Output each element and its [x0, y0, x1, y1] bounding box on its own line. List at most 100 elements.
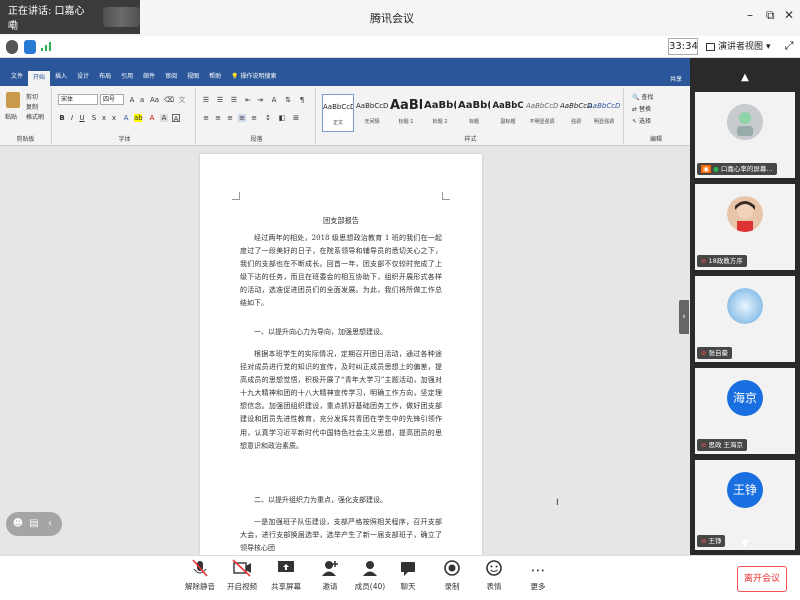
copy-button[interactable]: 复制: [26, 102, 38, 111]
emoji-button[interactable]: 表情: [474, 559, 514, 599]
align-right-icon[interactable]: ≡: [226, 114, 234, 122]
clear-format-icon[interactable]: ⌫: [164, 96, 174, 104]
paragraph-intro: 经过两年的相处，2018 级思想政治教育 1 班的我们在一起度过了一段美好的日子…: [240, 234, 442, 308]
borders-icon[interactable]: ⊞: [292, 114, 300, 122]
style-name: 副标题: [500, 119, 516, 125]
close-button[interactable]: ✕: [784, 8, 794, 22]
participant-tile[interactable]: 王铮 ⊘ 王铮: [695, 460, 795, 550]
record-button[interactable]: 录制: [432, 559, 472, 599]
align-left-icon[interactable]: ≡: [202, 114, 210, 122]
tab-layout[interactable]: 布局: [94, 73, 116, 86]
superscript-icon[interactable]: x: [110, 114, 118, 122]
chinese-layout-icon[interactable]: A: [270, 96, 278, 104]
cut-button[interactable]: 剪切: [26, 92, 38, 101]
unmute-button[interactable]: 解除静音: [180, 559, 220, 599]
tell-me-search[interactable]: 💡 操作说明搜索: [226, 73, 281, 86]
share-screen-button[interactable]: 共享屏幕: [266, 559, 306, 599]
share-link[interactable]: 共享: [670, 74, 682, 83]
align-center-icon[interactable]: ≡: [214, 114, 222, 122]
tab-view[interactable]: 视图: [182, 73, 204, 86]
decrease-indent-icon[interactable]: ⇤: [244, 96, 252, 104]
paste-label: 粘贴: [5, 114, 18, 121]
document-area[interactable]: 团支部报告 经过两年的相处，2018 级思想政治教育 1 班的我们在一起度过了一…: [0, 146, 690, 555]
members-button[interactable]: 成员(40): [350, 559, 390, 599]
tab-help[interactable]: 帮助: [204, 73, 226, 86]
document-page[interactable]: 团支部报告 经过两年的相处，2018 级思想政治教育 1 班的我们在一起度过了一…: [200, 154, 482, 555]
underline-icon[interactable]: U: [78, 114, 86, 122]
select-button[interactable]: ↖ 选择: [632, 116, 651, 125]
scroll-down-icon[interactable]: ▼: [690, 538, 800, 549]
style-normal[interactable]: AaBbCcDt 正文: [322, 94, 354, 132]
phonetic-icon[interactable]: 文: [178, 96, 186, 104]
style-heading-1[interactable]: AaBl 标题 1: [390, 94, 422, 132]
participant-tile[interactable]: ⊘ 18政教方序: [695, 184, 795, 270]
replace-button[interactable]: ⇄ 替换: [632, 104, 651, 113]
style-subtitle[interactable]: AaBbC 副标题: [492, 94, 524, 132]
invite-button[interactable]: 邀请: [310, 559, 350, 599]
scroll-up-icon[interactable]: ▲: [690, 72, 800, 83]
strikethrough-icon[interactable]: S: [90, 114, 98, 122]
sort-icon[interactable]: ⇅: [284, 96, 292, 104]
restore-button[interactable]: ⧉: [766, 8, 775, 22]
participant-tile[interactable]: ▣ ● 口嘉心率的屏幕...: [695, 92, 795, 178]
tab-references[interactable]: 引用: [116, 73, 138, 86]
show-marks-icon[interactable]: ¶: [298, 96, 306, 104]
italic-icon[interactable]: I: [68, 114, 76, 122]
style-no-spacing[interactable]: AaBbCcDt 无间隔: [356, 94, 388, 132]
text-effects-icon[interactable]: A: [122, 114, 130, 122]
annotate-icon[interactable]: ▤: [28, 518, 40, 530]
more-button[interactable]: ⋯ 更多: [518, 559, 558, 599]
members-icon: [350, 559, 390, 581]
participant-tile[interactable]: 海京 ⊘ 思政 王海京: [695, 368, 795, 454]
style-title[interactable]: AaBb( 标题: [458, 94, 490, 132]
grow-font-icon[interactable]: A: [128, 96, 136, 104]
emoji-face-icon[interactable]: ☻: [12, 518, 24, 530]
find-button[interactable]: 🔍 查找: [632, 92, 653, 101]
presenter-view-button[interactable]: 演讲者视图 ▾: [706, 38, 776, 55]
info-icon[interactable]: [6, 40, 18, 54]
font-name-select[interactable]: 宋体: [58, 94, 98, 105]
style-subtle-emphasis[interactable]: AaBbCcDt 不明显强调: [526, 94, 558, 132]
paste-icon[interactable]: [6, 92, 20, 108]
style-preview: AaBbCcDt: [323, 103, 353, 111]
numbering-icon[interactable]: ☰: [216, 96, 224, 104]
shrink-font-icon[interactable]: a: [138, 96, 146, 104]
shield-icon[interactable]: [24, 40, 36, 54]
leave-meeting-button[interactable]: 离开会议: [737, 566, 787, 592]
chevron-left-icon[interactable]: ‹: [44, 518, 56, 530]
bullets-icon[interactable]: ☰: [202, 96, 210, 104]
fullscreen-icon[interactable]: ⤢: [782, 39, 796, 53]
tab-file[interactable]: 文件: [6, 73, 28, 86]
distribute-icon[interactable]: ≡: [250, 114, 258, 122]
increase-indent-icon[interactable]: ⇥: [256, 96, 264, 104]
participant-tile[interactable]: ⊘ 张自豪: [695, 276, 795, 362]
char-shading-icon[interactable]: A: [160, 114, 168, 122]
subscript-icon[interactable]: x: [100, 114, 108, 122]
style-intense-emphasis[interactable]: AaBbCcDt 明显强调: [588, 94, 620, 132]
tab-insert[interactable]: 插入: [50, 73, 72, 86]
signal-icon[interactable]: [40, 40, 52, 54]
line-spacing-icon[interactable]: ↕: [264, 114, 272, 122]
style-preview: AaBb(: [458, 100, 490, 111]
tab-design[interactable]: 设计: [72, 73, 94, 86]
screen-share-icon: [266, 559, 306, 581]
font-color-icon[interactable]: A: [148, 114, 156, 122]
format-painter-button[interactable]: 格式刷: [26, 112, 44, 121]
tab-review[interactable]: 审阅: [160, 73, 182, 86]
chat-button[interactable]: 聊天: [388, 559, 428, 599]
start-video-button[interactable]: 开启视频: [222, 559, 262, 599]
minimize-button[interactable]: –: [747, 8, 753, 22]
tab-mailings[interactable]: 邮件: [138, 73, 160, 86]
meeting-timer: 33:34: [668, 38, 698, 55]
collapse-panel-button[interactable]: ›: [679, 300, 689, 334]
change-case-icon[interactable]: Aa: [150, 96, 159, 104]
justify-icon[interactable]: ≡: [238, 114, 246, 122]
font-size-select[interactable]: 四号: [100, 94, 124, 105]
tab-home[interactable]: 开始: [28, 71, 51, 86]
multilevel-list-icon[interactable]: ☰: [230, 96, 238, 104]
bold-icon[interactable]: B: [58, 114, 66, 122]
shading-icon[interactable]: ◧: [278, 114, 286, 122]
style-heading-2[interactable]: AaBb( 标题 2: [424, 94, 456, 132]
char-border-icon[interactable]: A: [172, 114, 180, 123]
highlight-icon[interactable]: ab: [134, 114, 143, 122]
